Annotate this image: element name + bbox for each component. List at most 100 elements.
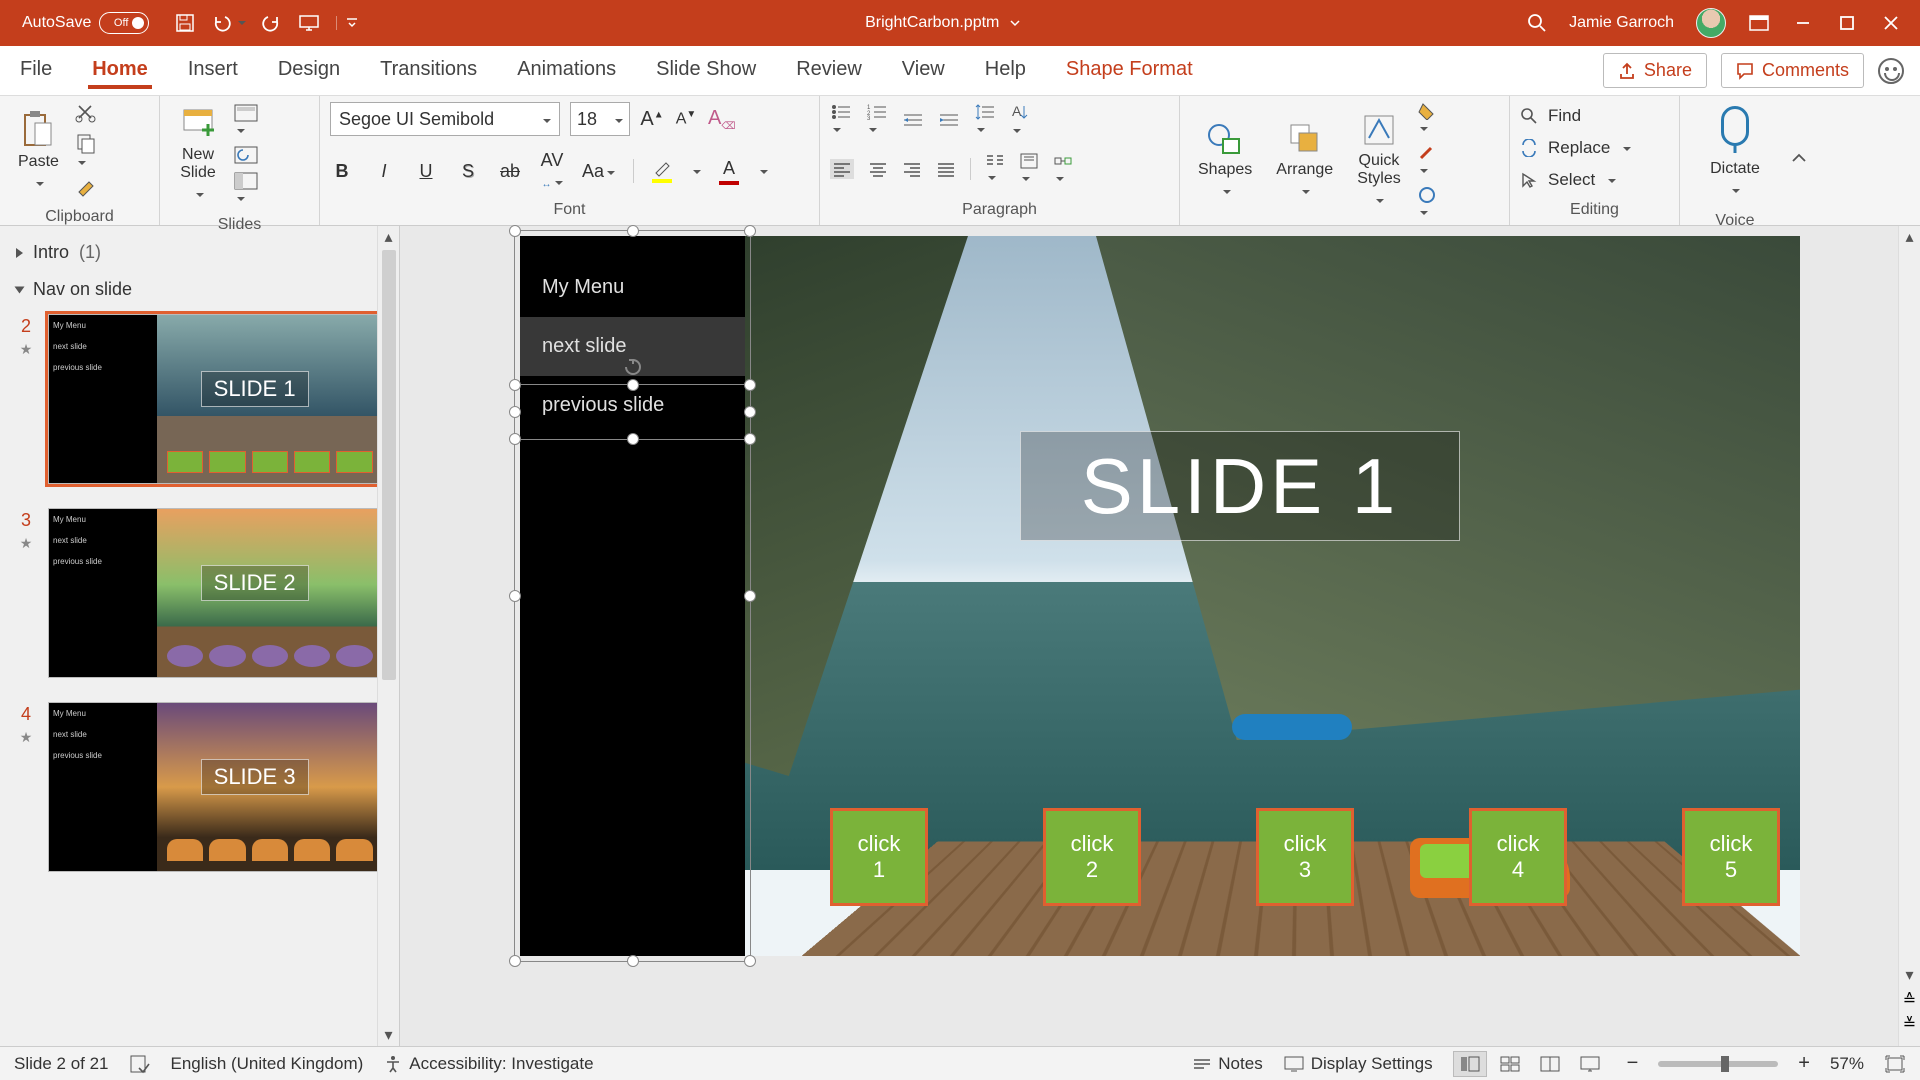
scroll-thumb[interactable] [382, 250, 396, 680]
click-1-shape[interactable]: click1 [830, 808, 928, 906]
section-intro[interactable]: Intro (1) [10, 234, 391, 271]
title-dropdown-icon[interactable] [1009, 17, 1021, 29]
spellcheck-icon[interactable] [129, 1054, 151, 1074]
minimize-icon[interactable] [1792, 15, 1814, 31]
tab-view[interactable]: View [898, 52, 949, 89]
language-status[interactable]: English (United Kingdom) [171, 1054, 364, 1074]
click-2-shape[interactable]: click2 [1043, 808, 1141, 906]
arrange-button[interactable]: Arrange [1268, 117, 1341, 205]
slideshow-view-button[interactable] [1573, 1051, 1607, 1077]
user-avatar[interactable] [1696, 8, 1726, 38]
tab-slideshow[interactable]: Slide Show [652, 52, 760, 89]
textbox-selection[interactable] [514, 384, 751, 440]
comments-button[interactable]: Comments [1721, 53, 1864, 88]
tab-animations[interactable]: Animations [513, 52, 620, 89]
tab-review[interactable]: Review [792, 52, 866, 89]
columns-button[interactable] [985, 153, 1005, 185]
scroll-down-icon[interactable]: ▾ [1899, 964, 1920, 986]
reading-view-button[interactable] [1533, 1051, 1567, 1077]
zoom-value[interactable]: 57% [1830, 1054, 1864, 1074]
reset-button[interactable] [234, 146, 258, 164]
grow-font-button[interactable]: A▲ [640, 108, 664, 131]
scroll-up-icon[interactable]: ▴ [378, 226, 399, 248]
autosave-toggle[interactable]: AutoSave Off [22, 12, 149, 34]
ribbon-display-icon[interactable] [1748, 15, 1770, 31]
next-slide-nav-icon[interactable]: ≚ [1899, 1014, 1920, 1034]
toggle-switch[interactable]: Off [99, 12, 149, 34]
font-color-button[interactable]: A [719, 158, 739, 185]
change-case-button[interactable]: Aa [582, 161, 615, 182]
replace-button[interactable]: Replace [1520, 138, 1631, 158]
clear-formatting-button[interactable]: A⌫ [708, 107, 735, 132]
zoom-slider[interactable] [1658, 1061, 1778, 1067]
click-3-shape[interactable]: click3 [1256, 808, 1354, 906]
dictate-button[interactable]: Dictate [1702, 102, 1768, 204]
undo-button[interactable] [211, 13, 246, 33]
justify-button[interactable] [936, 161, 956, 177]
align-left-button[interactable] [830, 159, 854, 179]
shadow-button[interactable]: S [456, 161, 480, 182]
find-button[interactable]: Find [1520, 106, 1631, 126]
collapse-ribbon-button[interactable] [1790, 151, 1820, 171]
search-icon[interactable] [1527, 13, 1547, 33]
tab-shape-format[interactable]: Shape Format [1062, 52, 1197, 89]
slide-thumbnail-3[interactable]: My Menunext slideprevious slide SLIDE 2 [48, 508, 387, 678]
shape-effects-button[interactable] [1417, 186, 1439, 220]
slide-editor[interactable]: My Menu next slide previous slide [400, 226, 1920, 1046]
paste-button[interactable]: Paste [10, 105, 67, 197]
copy-button[interactable] [75, 132, 97, 170]
increase-indent-button[interactable] [938, 111, 960, 129]
cut-button[interactable] [75, 102, 97, 124]
highlight-button[interactable] [652, 159, 672, 183]
quick-styles-button[interactable]: Quick Styles [1349, 108, 1409, 214]
accessibility-status[interactable]: Accessibility: Investigate [383, 1054, 593, 1074]
scroll-down-icon[interactable]: ▾ [378, 1024, 399, 1046]
click-4-shape[interactable]: click4 [1469, 808, 1567, 906]
save-icon[interactable] [175, 13, 195, 33]
bold-button[interactable]: B [330, 161, 354, 182]
editor-scrollbar[interactable]: ▴ ▾ ≙ ≚ [1898, 226, 1920, 1046]
underline-button[interactable]: U [414, 161, 438, 182]
scroll-up-icon[interactable]: ▴ [1899, 226, 1920, 248]
click-5-shape[interactable]: click5 [1682, 808, 1780, 906]
font-size-combo[interactable]: 18 [570, 102, 630, 136]
slide-title[interactable]: SLIDE 1 [1020, 431, 1460, 541]
tab-file[interactable]: File [16, 52, 56, 89]
font-name-combo[interactable]: Segoe UI Semibold [330, 102, 560, 136]
slide-thumbnail-2[interactable]: My Menunext slideprevious slide SLIDE 1 [48, 314, 387, 484]
user-name[interactable]: Jamie Garroch [1569, 14, 1674, 32]
select-button[interactable]: Select [1520, 170, 1631, 190]
shapes-button[interactable]: Shapes [1190, 117, 1260, 205]
notes-button[interactable]: Notes [1192, 1054, 1262, 1074]
tab-design[interactable]: Design [274, 52, 344, 89]
normal-view-button[interactable] [1453, 1051, 1487, 1077]
char-spacing-button[interactable]: AV↔ [540, 150, 564, 192]
feedback-icon[interactable] [1878, 58, 1904, 84]
strikethrough-button[interactable]: ab [498, 161, 522, 182]
new-slide-button[interactable]: New Slide [170, 102, 226, 208]
slide-canvas[interactable]: My Menu next slide previous slide [520, 236, 1800, 956]
slide-position[interactable]: Slide 2 of 21 [14, 1054, 109, 1074]
tab-help[interactable]: Help [981, 52, 1030, 89]
section-nav[interactable]: Nav on slide [10, 271, 391, 308]
shape-selection[interactable] [514, 230, 751, 962]
tab-insert[interactable]: Insert [184, 52, 242, 89]
section-button[interactable] [234, 172, 258, 206]
sorter-view-button[interactable] [1493, 1051, 1527, 1077]
line-spacing-button[interactable] [974, 103, 996, 137]
prev-slide-nav-icon[interactable]: ≙ [1899, 990, 1920, 1010]
redo-button[interactable] [262, 13, 282, 33]
zoom-in-button[interactable]: + [1798, 1052, 1810, 1075]
shrink-font-button[interactable]: A▼ [674, 109, 698, 128]
tab-transitions[interactable]: Transitions [376, 52, 481, 89]
align-right-button[interactable] [902, 161, 922, 177]
format-painter-button[interactable] [75, 178, 97, 200]
tab-home[interactable]: Home [88, 52, 152, 89]
zoom-slider-thumb[interactable] [1721, 1056, 1729, 1072]
align-center-button[interactable] [868, 161, 888, 177]
shape-outline-button[interactable] [1417, 144, 1439, 178]
fit-window-button[interactable] [1884, 1055, 1906, 1073]
slide-thumbnail-4[interactable]: My Menunext slideprevious slide SLIDE 3 [48, 702, 387, 872]
display-settings-button[interactable]: Display Settings [1283, 1054, 1433, 1074]
bullets-button[interactable] [830, 103, 852, 137]
